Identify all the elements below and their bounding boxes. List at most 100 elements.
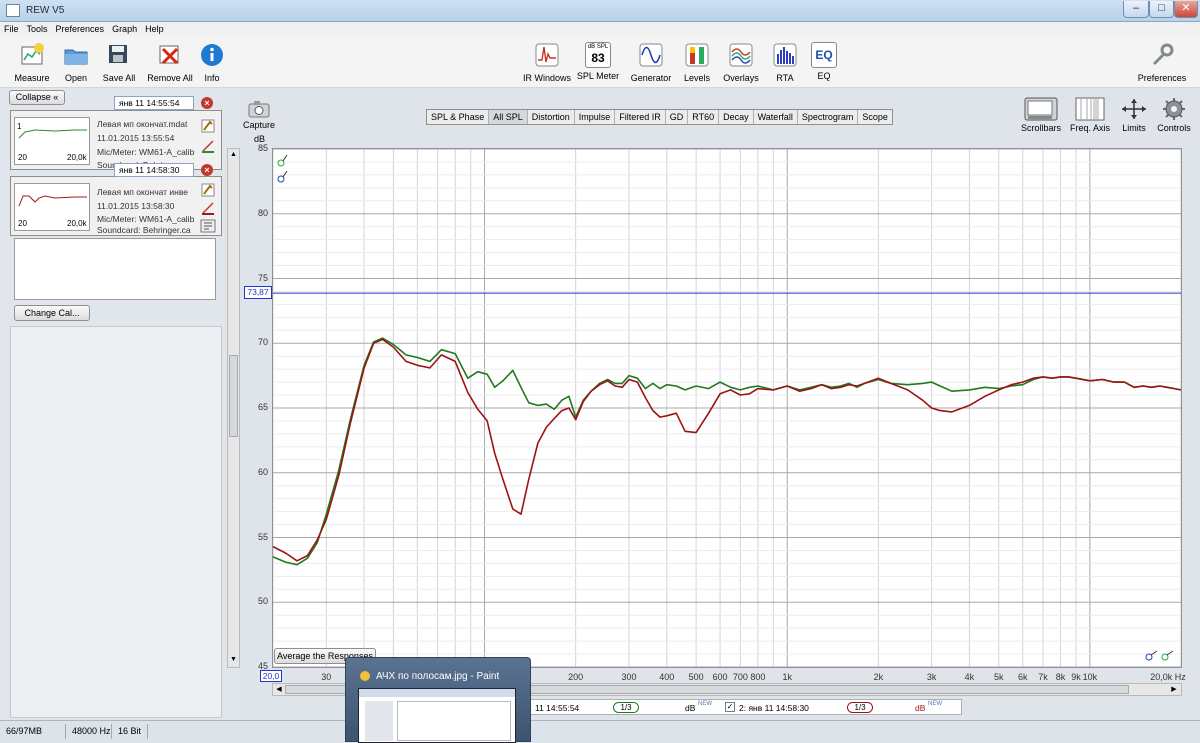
controls-label: Controls xyxy=(1157,123,1191,133)
panel-blank-area xyxy=(10,326,222,718)
tab-waterfall[interactable]: Waterfall xyxy=(754,110,798,124)
scroll-up-arrow-icon[interactable]: ▲ xyxy=(229,150,238,159)
rta-label: RTA xyxy=(776,73,794,83)
info-label: Info xyxy=(204,73,220,83)
scrollbars-button[interactable]: Scrollbars xyxy=(1020,97,1062,133)
info-button[interactable]: Info xyxy=(198,42,226,83)
measurement-card-2[interactable]: 20 20,0k Левая мп окончат инве 11.01.201… xyxy=(10,176,222,236)
menu-preferences[interactable]: Preferences xyxy=(52,22,109,34)
measurement-2-color-icon[interactable] xyxy=(201,201,215,215)
remove-all-button[interactable]: Remove All xyxy=(144,42,196,83)
spl-meter-button[interactable]: dB SPL 83 SPL Meter xyxy=(575,42,621,81)
legend-item-1-smoothing[interactable]: 1/3 xyxy=(613,702,639,713)
menu-tools[interactable]: Tools xyxy=(23,22,52,34)
main-toolbar: Measure Open Save All Remove All Info IR… xyxy=(0,36,1200,88)
tab-spl-phase[interactable]: SPL & Phase xyxy=(427,110,490,124)
tab-filtered-ir[interactable]: Filtered IR xyxy=(615,110,666,124)
ir-windows-icon xyxy=(535,43,559,67)
chevron-left-icon: « xyxy=(53,92,59,102)
measurement-2-remove-icon[interactable]: × xyxy=(201,164,213,176)
zoom-y-out-icon[interactable] xyxy=(277,169,289,185)
capture-button[interactable]: Capture xyxy=(242,100,276,130)
spl-meter-icon: dB SPL 83 xyxy=(585,42,611,68)
maximize-button[interactable]: □ xyxy=(1149,1,1174,18)
freq-axis-button[interactable]: Freq. Axis xyxy=(1068,97,1112,133)
legend-item-2-smoothing[interactable]: 1/3 xyxy=(847,702,873,713)
overlays-button[interactable]: Overlays xyxy=(720,42,762,83)
ir-windows-label: IR Windows xyxy=(522,73,571,83)
x-tick-label: 300 xyxy=(621,672,637,682)
measurement-1-edit-icon[interactable] xyxy=(201,119,215,133)
save-icon xyxy=(109,45,127,63)
y-tick-label: 60 xyxy=(257,466,268,477)
scroll-left-arrow-icon[interactable]: ◀ xyxy=(274,685,284,694)
menu-file[interactable]: File xyxy=(0,22,23,34)
measure-button[interactable]: Measure xyxy=(10,42,54,83)
taskbar-preview-title: АЧХ по полосам.jpg - Paint xyxy=(376,671,500,682)
vertical-scroll-thumb[interactable] xyxy=(229,355,238,437)
close-button[interactable]: ✕ xyxy=(1174,1,1198,18)
generator-button[interactable]: Generator xyxy=(628,42,674,83)
measurements-panel: Collapse « 1 20 20,0k Левая мп окончат.m… xyxy=(0,88,240,720)
generator-icon xyxy=(639,43,663,67)
open-button[interactable]: Open xyxy=(58,42,94,83)
minimize-button[interactable]: – xyxy=(1123,1,1149,18)
thumb-2-left: 20 xyxy=(18,219,27,228)
x-tick-label: 2k xyxy=(873,672,884,682)
tab-spectrogram[interactable]: Spectrogram xyxy=(798,110,859,124)
measurement-2-name-field[interactable]: янв 11 14:58:30 xyxy=(114,163,194,177)
capture-label: Capture xyxy=(242,120,276,130)
thumb-2-right: 20,0k xyxy=(67,219,87,228)
spl-meter-badge-top: dB SPL xyxy=(587,44,609,50)
rta-button[interactable]: RTA xyxy=(770,42,800,83)
tab-all-spl[interactable]: All SPL xyxy=(489,110,528,124)
y-tick-label: 70 xyxy=(257,337,268,348)
menu-graph[interactable]: Graph xyxy=(108,22,141,34)
eq-button[interactable]: EQ EQ xyxy=(810,42,838,81)
tab-rt60[interactable]: RT60 xyxy=(688,110,720,124)
save-all-button[interactable]: Save All xyxy=(98,42,140,83)
measurement-1-name-field[interactable]: янв 11 14:55:54 xyxy=(114,96,194,110)
tab-impulse[interactable]: Impulse xyxy=(575,110,616,124)
zoom-x-out-icon[interactable] xyxy=(1161,649,1175,663)
taskbar-preview[interactable]: АЧХ по полосам.jpg - Paint xyxy=(345,657,531,743)
change-cal-button[interactable]: Change Cal... xyxy=(14,305,90,321)
controls-button[interactable]: Controls xyxy=(1156,97,1192,133)
tab-scope[interactable]: Scope xyxy=(858,110,892,124)
spl-graph[interactable]: Average the Responses xyxy=(272,148,1182,668)
legend-item-2-unit: dB xyxy=(915,703,926,713)
thumb-1-right: 20,0k xyxy=(67,153,87,162)
vertical-scrollbar[interactable]: ▲ ▼ xyxy=(227,148,240,668)
measurement-1-color-icon[interactable] xyxy=(201,139,215,153)
zoom-y-in-icon[interactable] xyxy=(277,153,289,169)
app-icon xyxy=(6,4,20,17)
levels-button[interactable]: Levels xyxy=(680,42,714,83)
limits-button[interactable]: Limits xyxy=(1118,97,1150,133)
tab-distortion[interactable]: Distortion xyxy=(528,110,575,124)
tab-decay[interactable]: Decay xyxy=(719,110,754,124)
measurement-1-remove-icon[interactable]: × xyxy=(201,97,213,109)
measure-label: Measure xyxy=(14,73,50,83)
legend-item-1-sup: NEW xyxy=(698,701,712,707)
scroll-down-arrow-icon[interactable]: ▼ xyxy=(229,655,238,664)
camera-icon xyxy=(248,101,270,118)
tab-gd[interactable]: GD xyxy=(666,110,689,124)
preferences-button[interactable]: Preferences xyxy=(1134,42,1190,83)
ir-windows-button[interactable]: IR Windows xyxy=(522,42,572,83)
measurement-2-edit-icon[interactable] xyxy=(201,183,215,197)
wrench-icon xyxy=(1152,43,1174,66)
x-tick-label: 3k xyxy=(926,672,937,682)
levels-label: Levels xyxy=(683,73,710,83)
legend-item-1-unit: dB xyxy=(685,703,696,713)
measurement-card-1[interactable]: 1 20 20,0k Левая мп окончат.mdat 11.01.2… xyxy=(10,110,222,170)
legend-item-2-checkbox[interactable]: ✓ xyxy=(725,702,735,712)
scroll-right-arrow-icon[interactable]: ▶ xyxy=(1169,685,1179,694)
measurement-2-info-icon[interactable] xyxy=(200,219,216,233)
zoom-x-in-icon[interactable] xyxy=(1145,649,1159,663)
menu-help[interactable]: Help xyxy=(141,22,168,34)
menu-bar: File Tools Preferences Graph Help xyxy=(0,22,1200,36)
gear-icon xyxy=(1163,98,1185,120)
series-2-line xyxy=(272,338,1182,562)
x-start-field[interactable]: 20,0 xyxy=(260,670,282,682)
collapse-button[interactable]: Collapse « xyxy=(9,90,65,105)
